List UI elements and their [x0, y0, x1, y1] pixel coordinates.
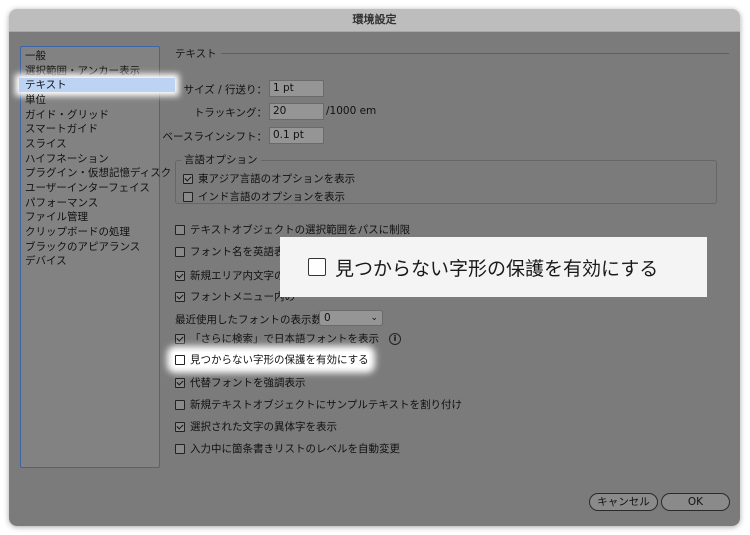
sidebar-item-general[interactable]: 一般: [25, 49, 46, 63]
search-japanese-option[interactable]: 「さらに検索」で日本語フォントを表示 i: [175, 331, 401, 346]
tracking-label: トラッキング：: [193, 107, 267, 119]
show-alternates-checkbox[interactable]: [175, 421, 185, 432]
chevron-down-icon: ⌄: [370, 313, 378, 323]
missing-glyph-label: 見つからない字形の保護を有効にする: [190, 354, 369, 366]
ok-button[interactable]: OK: [661, 493, 730, 511]
tracking-field[interactable]: 20: [269, 103, 324, 120]
indic-option[interactable]: インド言語のオプションを表示: [183, 189, 345, 204]
fill-placeholder-option[interactable]: 新規テキストオブジェクトにサンプルテキストを割り付け: [175, 397, 462, 412]
show-alternates-option[interactable]: 選択された文字の異体字を表示: [175, 419, 337, 434]
info-icon[interactable]: i: [389, 332, 401, 345]
sidebar-item-text[interactable]: テキスト: [19, 78, 175, 92]
language-options-title: 言語オプション: [181, 152, 261, 167]
zoom-callout: 見つからない字形の保護を有効にする: [280, 237, 707, 297]
sidebar-item-smart-guides[interactable]: スマートガイド: [25, 122, 98, 136]
sidebar-item-selection-anchor[interactable]: 選択範囲・アンカー表示: [25, 64, 140, 78]
recent-fonts-label: 最近使用したフォントの表示数：: [175, 314, 333, 326]
baseline-shift-label: ベースラインシフト：: [162, 131, 267, 143]
callout-checkbox: [308, 258, 326, 276]
highlight-substitute-checkbox[interactable]: [175, 377, 185, 388]
indic-label: インド言語のオプションを表示: [198, 191, 345, 203]
category-sidebar: 一般 選択範囲・アンカー表示 テキスト 単位 ガイド・グリッド スマートガイド …: [19, 46, 175, 468]
limit-path-checkbox[interactable]: [175, 224, 185, 235]
east-asian-checkbox[interactable]: [183, 173, 193, 184]
new-area-text-option[interactable]: 新規エリア内文字の自: [175, 268, 295, 283]
section-divider: [221, 53, 729, 54]
east-asian-option[interactable]: 東アジア言語のオプションを表示: [183, 171, 355, 186]
window-title: 環境設定: [9, 9, 740, 32]
show-alternates-label: 選択された文字の異体字を表示: [190, 421, 337, 433]
font-names-english-checkbox[interactable]: [175, 246, 185, 257]
recent-fonts-select[interactable]: 0 ⌄: [319, 310, 383, 326]
sidebar-item-file-handling[interactable]: ファイル管理: [25, 210, 88, 224]
sidebar-item-hyphenation[interactable]: ハイフネーション: [25, 152, 109, 166]
new-area-text-checkbox[interactable]: [175, 270, 185, 281]
baseline-shift-field[interactable]: 0.1 pt: [269, 127, 324, 144]
highlight-substitute-label: 代替フォントを強調表示: [190, 377, 306, 389]
fill-placeholder-checkbox[interactable]: [175, 399, 185, 410]
search-japanese-label: 「さらに検索」で日本語フォントを表示: [190, 333, 379, 345]
size-leading-label: サイズ / 行送り：: [183, 84, 267, 96]
sidebar-item-guides-grid[interactable]: ガイド・グリッド: [25, 108, 109, 122]
auto-list-level-option[interactable]: 入力中に箇条書きリストのレベルを自動変更: [175, 441, 400, 456]
font-menu-option[interactable]: フォントメニュー内の: [175, 289, 295, 304]
auto-list-level-checkbox[interactable]: [175, 443, 185, 454]
auto-list-level-label: 入力中に箇条書きリストのレベルを自動変更: [190, 443, 400, 455]
sidebar-item-slices[interactable]: スライス: [25, 137, 67, 151]
sidebar-item-devices[interactable]: デバイス: [25, 254, 67, 268]
size-leading-field[interactable]: 1 pt: [269, 80, 324, 97]
missing-glyph-option[interactable]: 見つからない字形の保護を有効にする: [173, 352, 369, 367]
font-menu-checkbox[interactable]: [175, 291, 185, 302]
east-asian-label: 東アジア言語のオプションを表示: [198, 173, 356, 185]
recent-fonts-value: 0: [324, 312, 331, 324]
sidebar-item-performance[interactable]: パフォーマンス: [25, 196, 98, 210]
sidebar-item-units[interactable]: 単位: [25, 93, 46, 107]
callout-label: 見つからない字形の保護を有効にする: [335, 257, 659, 280]
fill-placeholder-label: 新規テキストオブジェクトにサンプルテキストを割り付け: [190, 399, 463, 411]
sidebar-item-user-interface[interactable]: ユーザーインターフェイス: [25, 181, 150, 195]
sidebar-item-clipboard[interactable]: クリップボードの処理: [25, 225, 130, 239]
limit-path-label: テキストオブジェクトの選択範囲をパスに制限: [190, 224, 411, 236]
limit-path-option[interactable]: テキストオブジェクトの選択範囲をパスに制限: [175, 222, 410, 237]
highlight-substitute-option[interactable]: 代替フォントを強調表示: [175, 375, 306, 390]
missing-glyph-checkbox[interactable]: [175, 354, 185, 365]
sidebar-item-black-appearance[interactable]: ブラックのアピアランス: [25, 240, 140, 254]
tracking-unit: /1000 em: [326, 105, 377, 117]
indic-checkbox[interactable]: [183, 191, 193, 202]
search-japanese-checkbox[interactable]: [175, 333, 185, 344]
sidebar-item-plugins-scratch[interactable]: プラグイン・仮想記憶ディスク: [25, 166, 171, 180]
cancel-button[interactable]: キャンセル: [589, 493, 658, 511]
section-title: テキスト: [175, 48, 217, 60]
font-names-english-option[interactable]: フォント名を英語表記: [175, 244, 295, 259]
